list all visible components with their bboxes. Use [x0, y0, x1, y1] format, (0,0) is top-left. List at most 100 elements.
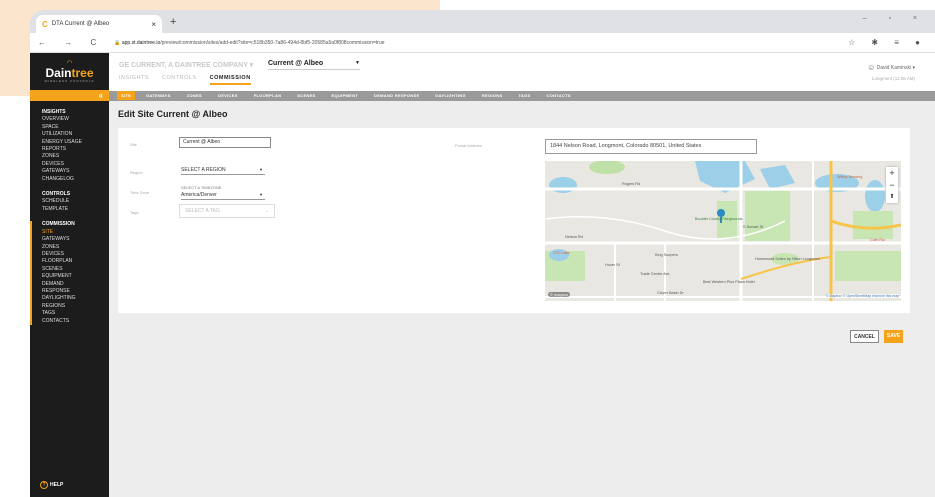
sidebar-item-devices[interactable]: DEVICES — [42, 161, 109, 168]
logo-text-a: Dain — [45, 66, 72, 80]
nav-section-controls: CONTROLS SCHEDULE TEMPLATE — [30, 191, 109, 213]
user-icon: ☺ — [867, 63, 876, 72]
site-selector[interactable]: Current @ Albeo ▼ — [268, 60, 360, 70]
zoom-out-button[interactable]: − — [886, 179, 898, 191]
sidebar-item-gateways-c[interactable]: GATEWAYS — [42, 236, 109, 243]
sidebar-item-tags[interactable]: TAGS — [42, 310, 109, 317]
window-controls[interactable]: – ▫ × — [863, 15, 927, 22]
collapse-sidebar-button[interactable]: « — [30, 90, 109, 101]
org-selector[interactable]: GE CURRENT, A DAINTREE COMPANY ▾ — [119, 61, 253, 69]
tab-insights[interactable]: INSIGHTS — [119, 75, 149, 81]
sidebar-item-daylighting[interactable]: DAYLIGHTING — [42, 295, 109, 302]
logo-text-b: tree — [71, 66, 94, 80]
sidebar-item-contacts[interactable]: CONTACTS — [42, 318, 109, 325]
timezone-label: Time Zone — [130, 190, 149, 195]
sidebar-item-energy-usage[interactable]: ENERGY USAGE — [42, 139, 109, 146]
page-title: Edit Site Current @ Albeo — [118, 109, 228, 119]
sidebar-item-reports[interactable]: REPORTS — [42, 146, 109, 153]
postal-address-input[interactable]: 1844 Nelson Road, Longmont, Colorado 805… — [545, 139, 757, 154]
nav-section-insights: INSIGHTS OVERVIEW SPACE UTILIZATION ENER… — [30, 109, 109, 183]
region-select[interactable]: SELECT A REGION ▼ — [181, 167, 265, 175]
nav-header-commission: COMMISSION — [42, 221, 75, 228]
tab-controls[interactable]: CONTROLS — [162, 75, 197, 81]
subnav-devices[interactable]: DEVICES — [218, 93, 238, 98]
sidebar-item-devices-c[interactable]: DEVICES — [42, 251, 109, 258]
cancel-button[interactable]: CANCEL — [850, 330, 879, 343]
timezone-select[interactable]: America/Denver ▼ — [181, 192, 265, 200]
mapbox-logo[interactable]: © mapbox — [548, 292, 571, 297]
chevron-down-icon: ⌄ — [264, 208, 269, 214]
site-name-input[interactable]: Current @ Albeo — [179, 137, 271, 148]
logo-subtitle: WIRELESS CONTROLS — [44, 79, 95, 83]
org-name: GE CURRENT, A DAINTREE COMPANY — [119, 62, 248, 69]
sidebar-item-zones[interactable]: ZONES — [42, 153, 109, 160]
sidebar-item-utilization[interactable]: UTILIZATION — [42, 131, 109, 138]
top-tabs: INSIGHTS CONTROLS COMMISSION — [119, 75, 262, 85]
daintree-favicon-icon: C — [42, 19, 48, 29]
subnav-equipment[interactable]: EQUIPMENT — [332, 93, 358, 98]
zoom-in-button[interactable]: + — [886, 167, 898, 179]
close-tab-icon[interactable]: × — [151, 20, 156, 29]
map-label-nelson: Nelson Rd — [565, 235, 583, 239]
sidebar-item-response[interactable]: RESPONSE — [42, 288, 109, 295]
sidebar-item-floorplan[interactable]: FLOORPLAN — [42, 258, 109, 265]
daintree-logo: ◠ Daintree WIRELESS CONTROLS — [30, 53, 109, 90]
subnav-site[interactable]: SITE — [117, 91, 136, 100]
subnav-floorplan[interactable]: FLOORPLAN — [254, 93, 282, 98]
subnav-contacts[interactable]: CONTACTS — [547, 93, 571, 98]
sidebar-item-regions[interactable]: REGIONS — [42, 303, 109, 310]
sidebar-item-scenes[interactable]: SCENES — [42, 266, 109, 273]
map-zoom-controls: + − ⬆ — [886, 167, 898, 203]
user-menu[interactable]: ☺ David Kaminski ▾ Longmont (11:06 AM) — [867, 63, 915, 81]
map-attribution[interactable]: © Mapbox © OpenStreetMap Improve this ma… — [825, 294, 899, 298]
sidebar-item-changelog[interactable]: CHANGELOG — [42, 176, 109, 183]
help-label: HELP — [50, 482, 64, 488]
url-host: app.st.daintree.io — [121, 39, 161, 46]
user-location-time: Longmont (11:06 AM) — [872, 76, 915, 81]
chevron-down-icon: ▼ — [355, 60, 360, 66]
map-label-rogers: Rogers Rd — [622, 182, 641, 186]
tags-select[interactable]: SELECT A TAG ⌄ — [179, 204, 275, 218]
map-label-cafe-rio: Cafe Rio — [870, 238, 885, 242]
site-form-card: Site Current @ Albeo Region SELECT A REG… — [118, 128, 910, 313]
subnav-scenes[interactable]: SCENES — [297, 93, 315, 98]
subnav-tags[interactable]: TAGS — [518, 93, 530, 98]
subnav-demand-response[interactable]: DEMAND RESPONSE — [374, 93, 419, 98]
user-name: David Kaminski — [876, 64, 912, 71]
new-tab-icon[interactable]: + — [170, 16, 176, 28]
nav-header-insights: INSIGHTS — [42, 109, 66, 115]
timezone-caption: SELECT A TIMEZONE — [181, 185, 222, 190]
subnav-gateways[interactable]: GATEWAYS — [146, 93, 171, 98]
sidebar-item-gateways[interactable]: GATEWAYS — [42, 168, 109, 175]
browser-tab[interactable]: C DTA Current @ Albeo × — [36, 15, 162, 33]
map-label-trade-centre: Trade Centre Ave — [640, 272, 670, 276]
sidebar-item-template[interactable]: TEMPLATE — [42, 206, 109, 213]
nav-header-controls: CONTROLS — [42, 191, 71, 198]
sidebar-item-space[interactable]: SPACE — [42, 124, 109, 131]
map-label-sunset: S Sunset St — [743, 225, 764, 229]
url-path: /preview/commission/sites/add-edit?site=… — [160, 39, 385, 46]
compass-button[interactable]: ⬆ — [886, 191, 898, 203]
app-header: GE CURRENT, A DAINTREE COMPANY ▾ Current… — [109, 53, 935, 91]
sidebar-item-demand[interactable]: DEMAND — [42, 281, 109, 288]
sidebar-item-equipment[interactable]: EQUIPMENT — [42, 273, 109, 280]
help-link[interactable]: ? HELP — [40, 481, 63, 489]
sidebar-item-zones-c[interactable]: ZONES — [42, 244, 109, 251]
site-label: Site — [130, 142, 137, 147]
sidebar-item-schedule[interactable]: SCHEDULE — [42, 198, 109, 205]
subnav-daylighting[interactable]: DAYLIGHTING — [435, 93, 466, 98]
timezone-value: America/Denver — [181, 192, 217, 198]
url-field[interactable]: 🔒 app.st.daintree.io/preview/commission/… — [114, 40, 674, 46]
nav-buttons[interactable]: ← → C — [38, 38, 104, 47]
sidebar-item-site[interactable]: SITE — [42, 229, 109, 236]
map-label-hover: Hover St — [605, 263, 620, 267]
location-map[interactable]: Rogers Rd Nelson Rd Boulder County Fairg… — [545, 161, 901, 301]
save-button[interactable]: SAVE — [884, 330, 903, 343]
map-label-king-soopers: King Soopers — [655, 253, 678, 257]
subnav-regions[interactable]: REGIONS — [482, 93, 503, 98]
browser-toolbar-icons[interactable]: ☆ ✱ ≡ ● — [848, 38, 927, 47]
subnav-zones[interactable]: ZONES — [187, 93, 202, 98]
sidebar-item-overview[interactable]: OVERVIEW — [42, 116, 109, 123]
tab-commission[interactable]: COMMISSION — [209, 75, 251, 85]
postal-address-label: Postal Address — [455, 143, 482, 148]
